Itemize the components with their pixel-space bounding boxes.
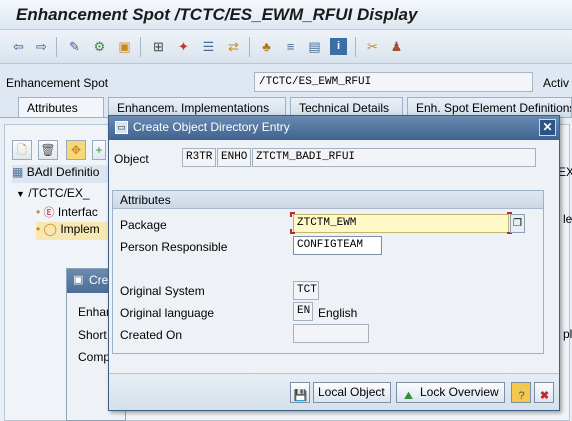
definition-icon: ▦ (12, 165, 24, 179)
original-language-label: Original language (120, 306, 215, 320)
back-arrow-icon[interactable]: ⇦ (10, 38, 27, 55)
created-on-field (293, 324, 369, 343)
tab-attributes[interactable]: Attributes (18, 97, 104, 117)
tab-strip: Attributes Enhancem. Implementations Tec… (0, 97, 572, 117)
delete-icon[interactable]: 🗑 (38, 140, 58, 160)
align-icon[interactable]: ≡ (282, 38, 299, 55)
where-used-icon[interactable]: ⇄ (225, 38, 242, 55)
implementation-circle-icon: ◯ (43, 222, 57, 236)
help-button[interactable]: ? (511, 382, 531, 403)
created-on-label: Created On (120, 328, 183, 342)
tree-item-label: Implem (60, 222, 100, 236)
popup-label: Short (78, 328, 107, 342)
tree-structure-icon[interactable]: ♣ (258, 38, 275, 55)
original-language-code: EN (293, 302, 313, 321)
tree-root[interactable]: ▼ /TCTC/EX_ (16, 186, 90, 204)
save-button[interactable]: 💾 (290, 382, 310, 403)
tree-header: ▦ BAdI Definitio (12, 165, 112, 183)
application-toolbar: ⇦ ⇨ ✎ ⚙ ▣ ⊞ ✦ ☰ ⇄ ♣ ≡ ▤ i ✂ ♟ (0, 30, 572, 64)
list-icon[interactable]: ☰ (200, 38, 217, 55)
tree-header-label: BAdI Definitio (26, 165, 100, 179)
lock-overview-icon: ⛰ (403, 390, 414, 402)
tab-enh-spot-element-definitions[interactable]: Enh. Spot Element Definitions (407, 97, 572, 117)
cancel-icon: ✖ (539, 390, 550, 402)
new-icon[interactable]: 🗋 (12, 140, 32, 160)
tree-item-label: Interfac (57, 205, 98, 219)
scissors-icon[interactable]: ✂ (364, 38, 381, 55)
popup-icon: ▣ (73, 274, 84, 286)
display-change-icon[interactable]: ✎ (66, 38, 83, 55)
dialog-title: Create Object Directory Entry (133, 120, 290, 134)
hierarchy-icon[interactable]: ⊞ (150, 38, 167, 55)
attributes-group-title: Attributes (120, 193, 171, 207)
save-icon: 💾 (293, 390, 308, 402)
tab-technical-details[interactable]: Technical Details (290, 97, 403, 117)
tree-item[interactable]: • Ⓔ Interfac (36, 204, 98, 222)
magic-wand-icon[interactable]: ✦ (175, 38, 192, 55)
interface-icon: • (36, 205, 41, 219)
lock-overview-button[interactable]: ⛰ Lock Overview (396, 382, 505, 403)
lock-overview-label: Lock Overview (420, 385, 499, 399)
activate-icon[interactable]: ⚙ (91, 38, 108, 55)
original-system-field: TCT (293, 281, 319, 300)
object-label: Object (114, 152, 149, 166)
tab-enhancement-implementations[interactable]: Enhancem. Implementations (108, 97, 286, 117)
right-stub: pl (563, 327, 572, 341)
close-icon[interactable]: ✕ (539, 119, 556, 136)
object-pgmid-field: R3TR (182, 148, 216, 167)
dialog-title-bar: ▭ Create Object Directory Entry (109, 116, 559, 140)
enhancement-spot-label: Enhancement Spot (6, 76, 109, 90)
required-marker (290, 212, 295, 217)
original-system-label: Original System (120, 284, 205, 298)
original-language-name: English (318, 306, 358, 320)
dialog-icon: ▭ (115, 121, 128, 134)
expand-icon[interactable]: ▼ (16, 189, 25, 199)
local-object-button[interactable]: Local Object (313, 382, 391, 403)
badi-tree: ▦ BAdI Definitio ▼ /TCTC/EX_ • Ⓔ Interfa… (10, 165, 120, 245)
layout-icon[interactable]: ▤ (306, 38, 323, 55)
enhancement-spot-field[interactable]: /TCTC/ES_EWM_RFUI (254, 72, 533, 92)
add-icon[interactable]: + (92, 140, 106, 160)
object-name-field: ZTCTM_BADI_RFUI (252, 148, 536, 167)
info-icon[interactable]: i (330, 38, 347, 55)
status-label: Activ (543, 76, 570, 90)
help-icon: ? (518, 390, 525, 402)
right-stub: EX (558, 165, 572, 179)
package-label: Package (120, 218, 167, 232)
move-icon[interactable]: ✥ (66, 140, 86, 160)
local-object-label: Local Object (318, 385, 385, 399)
window-title: Enhancement Spot /TCTC/ES_EWM_RFUI Displ… (16, 5, 418, 24)
object-type-field: ENHO (217, 148, 251, 167)
right-stub: le (563, 212, 572, 226)
popup-label: Comp (78, 350, 111, 364)
implementation-icon: • (36, 222, 41, 236)
users-icon[interactable]: ♟ (388, 38, 405, 55)
value-help-icon[interactable]: ❐ (510, 214, 525, 233)
tree-root-label: /TCTC/EX_ (28, 186, 90, 200)
cancel-button[interactable]: ✖ (534, 382, 554, 403)
interface-badge-icon: Ⓔ (43, 207, 55, 219)
person-responsible-label: Person Responsible (120, 240, 228, 254)
required-marker (290, 229, 295, 234)
person-responsible-field[interactable]: CONFIGTEAM (293, 236, 382, 255)
package-field[interactable]: ZTCTM_EWM (293, 214, 509, 233)
attributes-group-header: Attributes (113, 191, 543, 209)
window-title-bar: Enhancement Spot /TCTC/ES_EWM_RFUI Displ… (0, 0, 572, 30)
other-object-icon[interactable]: ▣ (116, 38, 133, 55)
popup-title-text: Cre (89, 273, 109, 287)
forward-arrow-icon[interactable]: ⇨ (33, 38, 50, 55)
